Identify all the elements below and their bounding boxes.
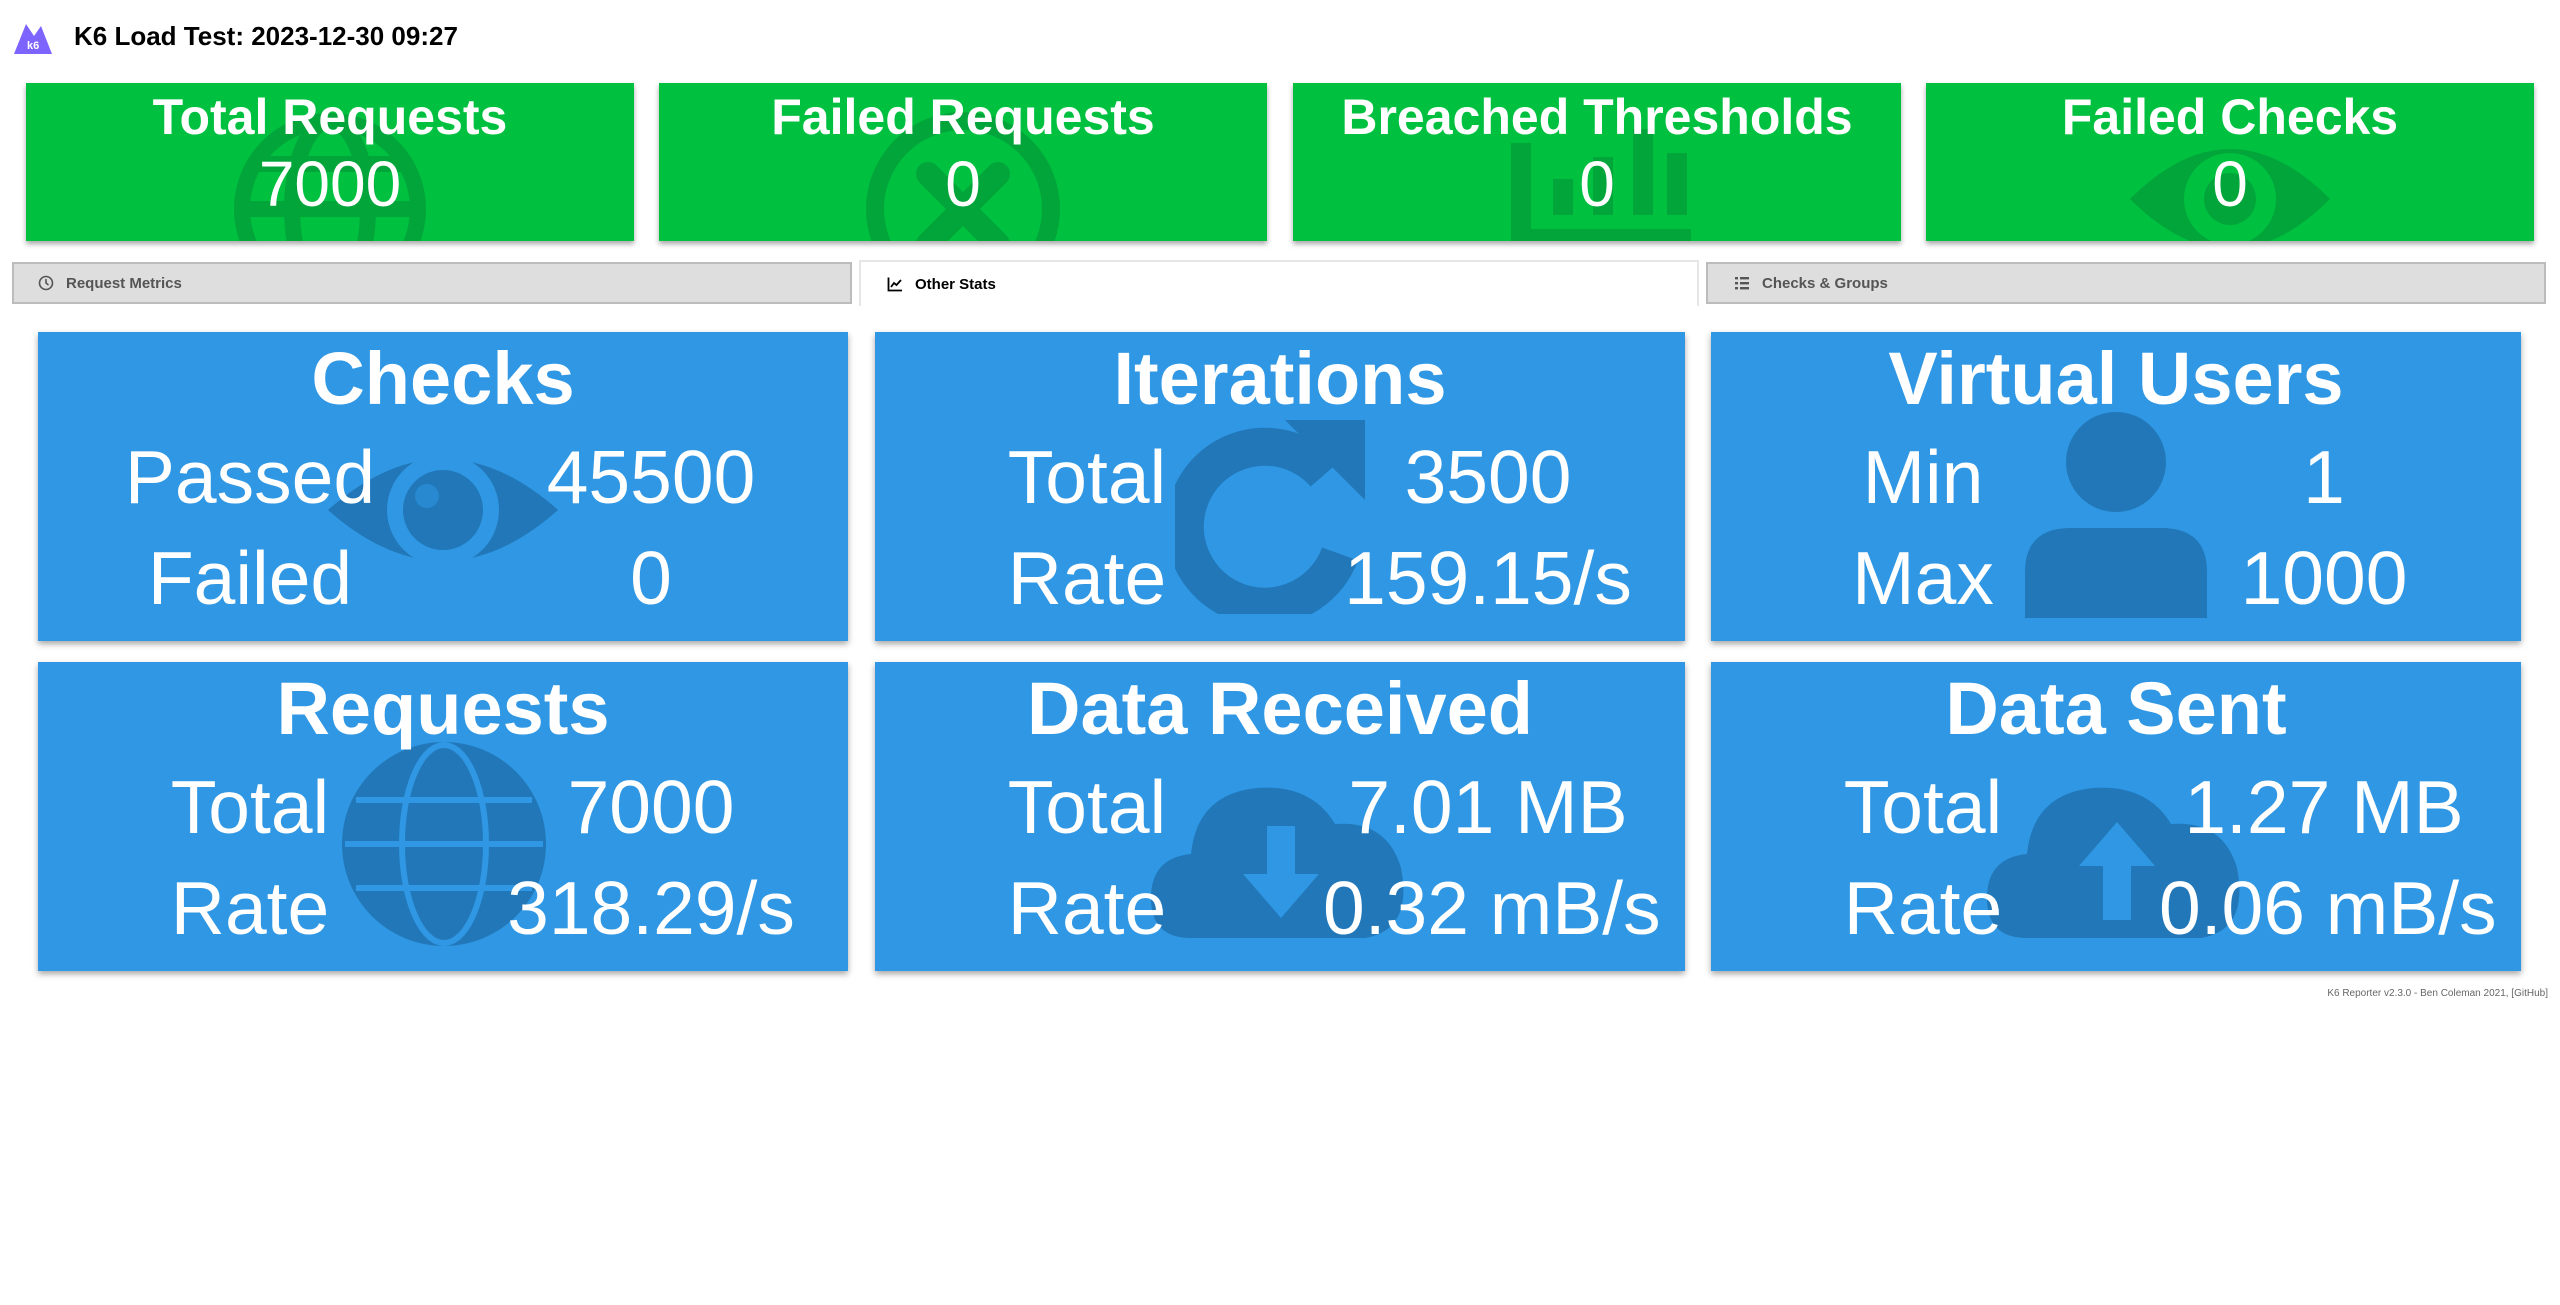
tab-label: Checks & Groups: [1762, 274, 1888, 292]
stat-title: Virtual Users: [1888, 337, 2344, 420]
stat-title: Requests: [276, 667, 610, 750]
summary-value: 7000: [258, 147, 402, 220]
stat-card-requests: Requests Total 7000 Rate 318.29/s: [38, 662, 848, 971]
stat-value: 7.01 MB: [1348, 765, 1628, 849]
stat-label: Total: [1007, 435, 1167, 519]
stat-label: Rate: [1007, 866, 1167, 950]
summary-title: Failed Checks: [2061, 89, 2399, 145]
stat-title: Data Sent: [1945, 667, 2287, 750]
stat-card-iterations: Iterations Total 3500 Rate 159.15/s: [875, 332, 1685, 641]
stat-label: Total: [170, 765, 330, 849]
stat-value: 1000: [2240, 536, 2408, 620]
stat-card-data-sent: Data Sent Total 1.27 MB Rate 0.06 mB/s: [1711, 662, 2521, 971]
summary-cards: Total Requests 7000 Failed Requests 0 Br…: [0, 83, 2560, 241]
summary-value: 0: [2212, 147, 2248, 220]
tab-label: Other Stats: [915, 275, 996, 293]
stat-title: Data Received: [1027, 667, 1533, 750]
summary-title: Failed Requests: [771, 89, 1155, 145]
stat-value: 45500: [546, 435, 756, 519]
stat-value: 1.27 MB: [2184, 765, 2464, 849]
stat-label: Passed: [124, 435, 376, 519]
stat-card-data-received: Data Received Total 7.01 MB Rate 0.32 mB…: [875, 662, 1685, 971]
header: k6 K6 Load Test: 2023-12-30 09:27: [12, 14, 458, 58]
stat-value: 0.06 mB/s: [2159, 866, 2497, 950]
summary-card-failed-checks: Failed Checks 0: [1926, 83, 2534, 241]
logo-text: k6: [27, 40, 39, 52]
chart-line-icon: [887, 277, 902, 292]
stat-value: 3500: [1404, 435, 1572, 519]
stat-value: 7000: [567, 765, 735, 849]
summary-card-total-requests: Total Requests 7000: [26, 83, 634, 241]
stat-label: Failed: [147, 536, 353, 620]
stat-title: Checks: [311, 337, 575, 420]
stat-card-checks: Checks Passed 45500 Failed 0: [38, 332, 848, 641]
summary-value: 0: [1579, 147, 1615, 220]
stat-title: Iterations: [1113, 337, 1447, 420]
stat-label: Rate: [1007, 536, 1167, 620]
stat-label: Min: [1862, 435, 1984, 519]
stat-card-virtual-users: Virtual Users Min 1 Max 1000: [1711, 332, 2521, 641]
tab-bar: Request Metrics Other Stats Checks & Gro…: [12, 260, 2546, 306]
stat-label: Rate: [170, 866, 330, 950]
footer-credits[interactable]: K6 Reporter v2.3.0 - Ben Coleman 2021, […: [2327, 988, 2548, 999]
stat-value: 0.32 mB/s: [1323, 866, 1661, 950]
tab-request-metrics[interactable]: Request Metrics: [12, 262, 852, 304]
stat-value: 159.15/s: [1344, 536, 1632, 620]
stat-label: Max: [1852, 536, 1994, 620]
stat-value: 318.29/s: [507, 866, 795, 950]
summary-title: Breached Thresholds: [1341, 89, 1853, 145]
clock-icon: [38, 275, 54, 291]
stat-label: Total: [1007, 765, 1167, 849]
tab-checks-groups[interactable]: Checks & Groups: [1706, 262, 2546, 304]
other-stats-panel: Checks Passed 45500 Failed 0 Iterations …: [0, 332, 2560, 972]
k6-logo-icon: k6: [14, 24, 52, 54]
summary-card-breached-thresholds: Breached Thresholds 0: [1293, 83, 1901, 241]
tab-other-stats[interactable]: Other Stats: [859, 260, 1699, 306]
stat-label: Rate: [1843, 866, 2003, 950]
summary-card-failed-requests: Failed Requests 0: [659, 83, 1267, 241]
summary-value: 0: [945, 147, 981, 220]
tab-label: Request Metrics: [66, 274, 182, 292]
stat-value: 1: [2303, 435, 2345, 519]
stat-value: 0: [630, 536, 672, 620]
summary-title: Total Requests: [152, 89, 508, 145]
stat-label: Total: [1843, 765, 2003, 849]
list-icon: [1735, 277, 1749, 290]
page-title: K6 Load Test: 2023-12-30 09:27: [74, 20, 458, 51]
